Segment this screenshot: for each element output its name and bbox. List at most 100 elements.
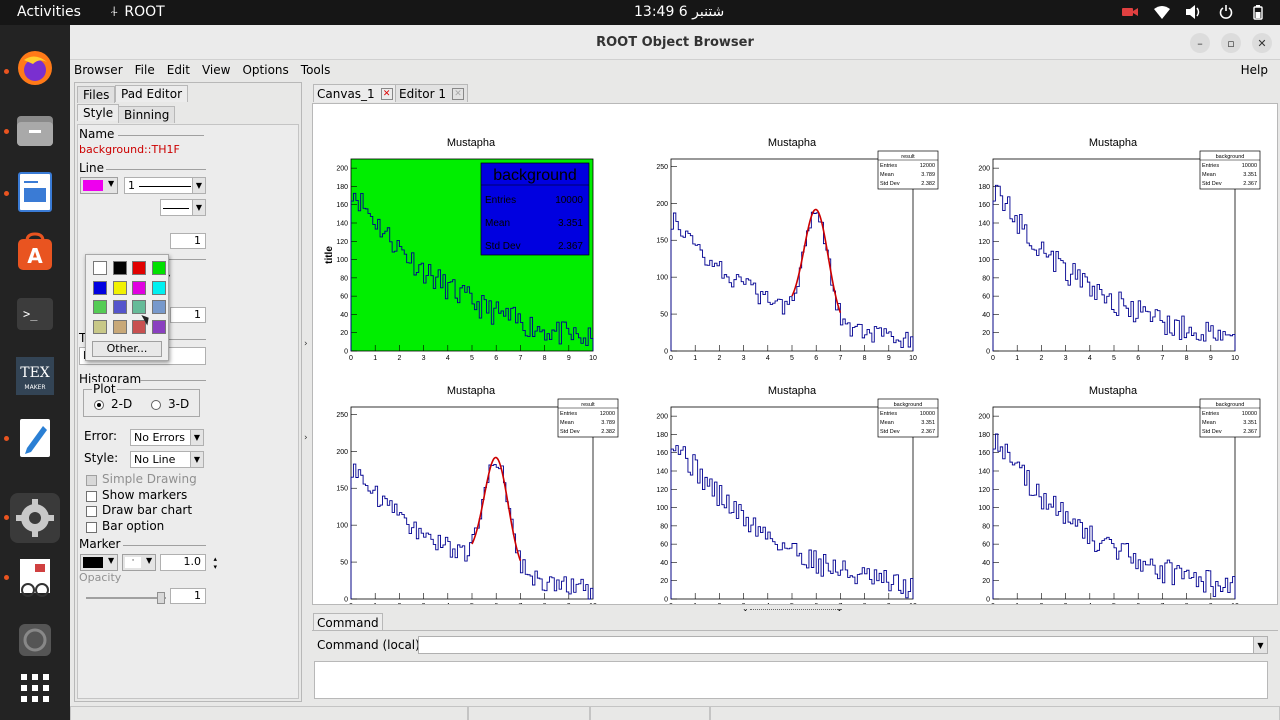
chevron-down-icon[interactable]: ⌄ — [742, 604, 749, 613]
command-output[interactable] — [314, 661, 1268, 699]
show-apps-icon[interactable] — [13, 666, 57, 710]
histogram-pad[interactable]: Mustapha02040608010012014016018020001234… — [324, 137, 597, 362]
tab-command[interactable]: Command — [313, 613, 383, 631]
color-swatch[interactable] — [132, 319, 146, 334]
opacity-field[interactable]: 1 — [170, 588, 206, 604]
color-swatch[interactable] — [93, 300, 107, 314]
close-icon[interactable]: ✕ — [451, 87, 464, 100]
title-bar[interactable]: ROOT Object Browser – ▫ ✕ — [70, 25, 1280, 60]
color-swatch[interactable] — [93, 280, 107, 295]
line-style-combo[interactable]: ▼ — [160, 199, 206, 216]
color-swatch[interactable] — [93, 319, 107, 334]
wifi-icon[interactable] — [1152, 3, 1172, 21]
other-color-button[interactable]: Other... — [92, 341, 162, 357]
simple-drawing-checkbox[interactable] — [86, 475, 97, 486]
draw-bar-chart-checkbox[interactable] — [86, 506, 97, 517]
power-icon[interactable] — [1216, 3, 1236, 21]
menu-browser[interactable]: Browser — [74, 63, 123, 77]
volume-icon[interactable] — [1184, 3, 1204, 21]
histogram-pad[interactable]: Mustapha 0 50 100 150 200 250 0 1 2 3 4 5 6 7 8 9 10 resul… — [656, 137, 939, 362]
texmaker-icon[interactable]: TEX MAKER — [13, 354, 57, 398]
color-swatch[interactable] — [112, 300, 127, 314]
disk-icon[interactable] — [13, 618, 57, 662]
tab-editor-1[interactable]: Editor 1 ✕ — [395, 84, 468, 102]
x-tick-label: 9 — [1209, 355, 1213, 362]
app-menu[interactable]: ⍭ ROOT — [110, 4, 165, 20]
radio-3d[interactable] — [151, 400, 161, 410]
marker-size-field[interactable]: 1.0 ▴ ▾ — [160, 554, 217, 571]
histogram-pad[interactable]: Mustapha 0 50 100 150 200 250 0 1 2 3 4 5 6 7 8 9 10 resul… — [336, 385, 619, 610]
opacity-slider-track[interactable] — [86, 597, 166, 599]
camera-indicator-icon[interactable] — [1120, 3, 1140, 21]
style-combo[interactable]: No Line ▼ — [130, 451, 204, 468]
menu-edit[interactable]: Edit — [167, 63, 190, 77]
libreoffice-writer-icon[interactable] — [13, 170, 57, 214]
terminal-icon[interactable]: >_ — [13, 292, 57, 336]
root-canvas[interactable]: Mustapha 0 20 40 60 80 100 120 140 160 180 200 0 1 2 3 4… — [312, 103, 1278, 610]
clock[interactable]: 13:49 6 شتنبر — [634, 4, 724, 20]
files-icon[interactable] — [13, 108, 57, 152]
settings-icon[interactable] — [10, 493, 60, 543]
tab-pad-editor[interactable]: Pad Editor — [115, 85, 188, 102]
fill-number-field[interactable]: 1 — [170, 307, 206, 323]
tab-canvas-1[interactable]: Canvas_1 ✕ — [313, 84, 397, 102]
close-button[interactable]: ✕ — [1252, 33, 1272, 53]
document-viewer-icon[interactable] — [13, 556, 57, 600]
chevron-down-icon[interactable]: ▼ — [1253, 637, 1267, 653]
maximize-button[interactable]: ▫ — [1221, 33, 1241, 53]
color-swatch[interactable] — [151, 261, 166, 275]
color-swatch[interactable] — [112, 280, 127, 295]
show-markers-checkbox[interactable] — [86, 491, 97, 502]
firefox-icon[interactable] — [13, 46, 57, 90]
line-width-preview — [139, 186, 191, 187]
histogram-pad[interactable]: Mustapha02040608010012014016018020001234… — [978, 137, 1261, 362]
line-color-selector[interactable]: ▼ — [80, 177, 118, 194]
activities-button[interactable]: Activities — [17, 4, 81, 20]
radio-2d[interactable] — [94, 400, 104, 410]
tab-files[interactable]: Files — [77, 86, 116, 103]
tab-style[interactable]: Style — [77, 104, 120, 121]
histogram-pad[interactable]: Mustapha02040608010012014016018020001234… — [656, 385, 939, 610]
y-tick-label: 160 — [978, 202, 990, 209]
x-tick-label: 10 — [589, 603, 597, 604]
battery-icon[interactable] — [1248, 3, 1268, 21]
color-swatch[interactable] — [151, 300, 166, 314]
stats-title: background — [1216, 402, 1245, 408]
marker-style-selector[interactable]: · ▼ — [122, 554, 156, 571]
color-swatch[interactable] — [112, 319, 127, 334]
canvas-plot-area[interactable]: Mustapha0204060801001201401601802000 1 2 3 4… — [313, 104, 1277, 610]
color-swatch[interactable] — [151, 280, 166, 295]
x-tick-label: 6 — [814, 355, 818, 362]
menu-options[interactable]: Options — [242, 63, 288, 77]
color-swatch[interactable] — [132, 280, 146, 295]
color-swatch[interactable] — [132, 261, 146, 275]
color-swatch[interactable] — [93, 261, 107, 275]
chevron-right-icon[interactable]: › — [304, 433, 308, 443]
opacity-slider-thumb[interactable] — [157, 592, 165, 604]
chevron-down-icon[interactable]: ⌄ — [836, 604, 843, 613]
color-swatch[interactable] — [132, 300, 146, 314]
command-input[interactable]: ▼ — [418, 636, 1268, 654]
color-swatch[interactable] — [112, 261, 127, 275]
line-number-field[interactable]: 1 — [170, 233, 206, 249]
close-icon[interactable]: ✕ — [380, 87, 393, 100]
text-editor-icon[interactable] — [13, 416, 57, 460]
tab-binning[interactable]: Binning — [118, 106, 176, 123]
minimize-button[interactable]: – — [1190, 33, 1210, 53]
menu-help[interactable]: Help — [1241, 63, 1268, 77]
color-swatch[interactable] — [151, 319, 166, 334]
error-combo[interactable]: No Errors ▼ — [130, 429, 204, 446]
command-panel: Command (local): ▼ — [312, 630, 1278, 702]
app-center-icon[interactable]: A — [13, 230, 57, 274]
marker-color-selector[interactable]: ▼ — [80, 554, 118, 571]
menu-file[interactable]: File — [135, 63, 155, 77]
menu-tools[interactable]: Tools — [301, 63, 331, 77]
splitter-handle[interactable] — [750, 609, 842, 610]
line-width-combo[interactable]: 1 ▼ — [124, 177, 206, 194]
chevron-right-icon[interactable]: › — [304, 339, 308, 349]
y-tick-label: 0 — [664, 349, 668, 356]
menu-view[interactable]: View — [202, 63, 230, 77]
histogram-pad[interactable]: Mustapha02040608010012014016018020001234… — [978, 385, 1261, 610]
bar-option-checkbox[interactable] — [86, 522, 97, 533]
line-color-swatch — [83, 180, 103, 191]
